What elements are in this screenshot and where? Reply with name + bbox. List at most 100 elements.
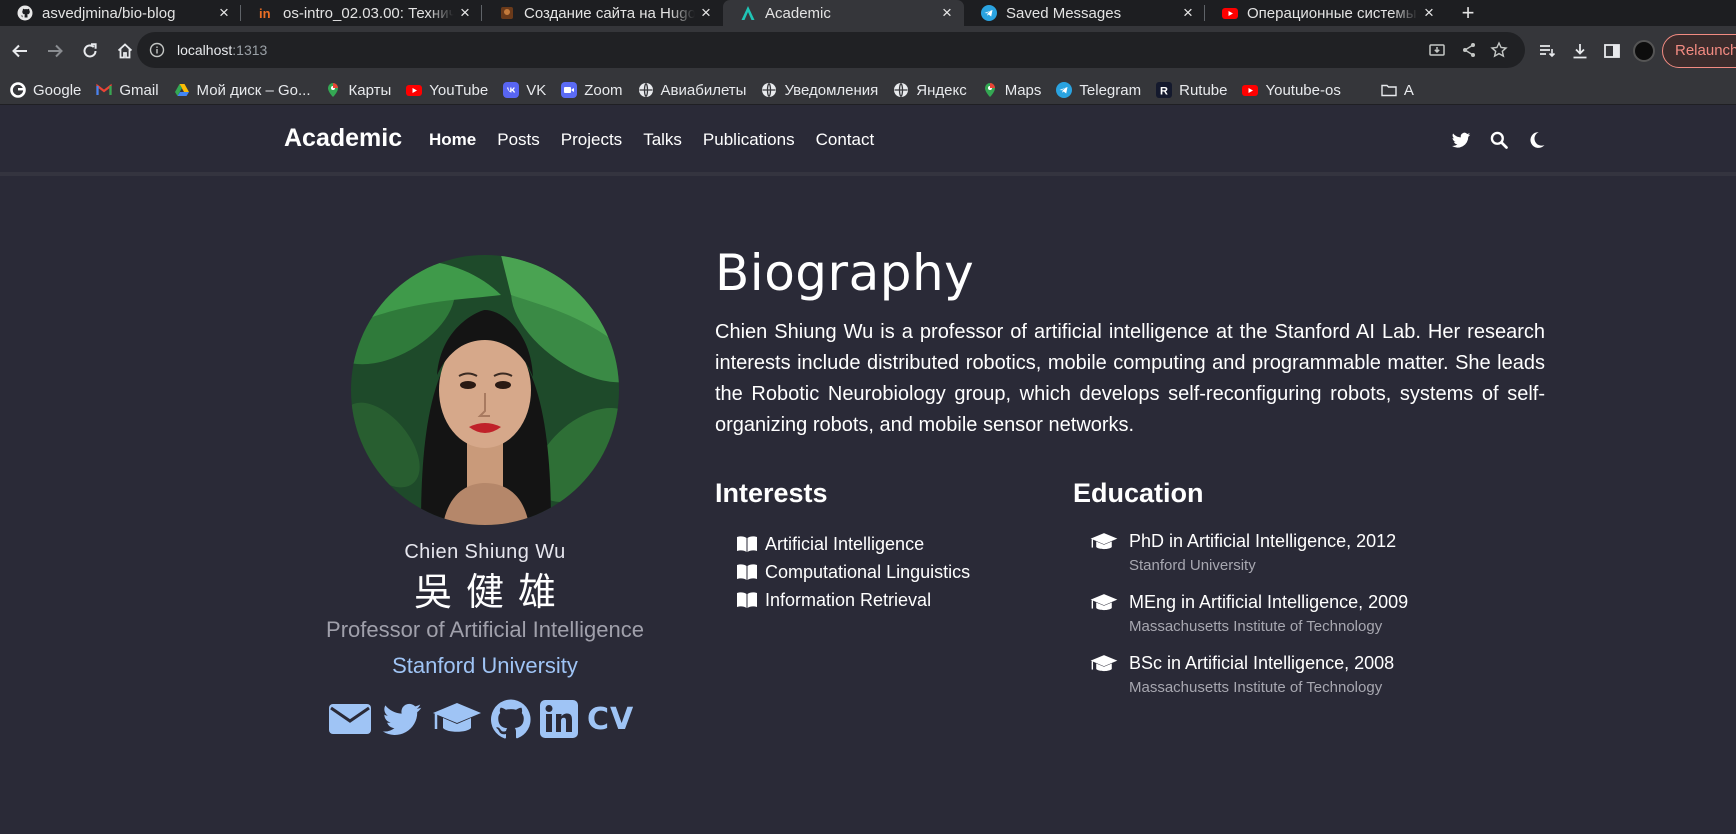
forward-button[interactable] — [38, 35, 71, 68]
tab-close-icon[interactable]: × — [936, 3, 958, 23]
list-item: Information Retrieval — [736, 586, 970, 614]
bookmark-gmail[interactable]: Gmail — [96, 82, 159, 99]
in-icon: in — [258, 5, 274, 21]
biography-text: Chien Shiung Wu is a professor of artifi… — [715, 321, 1545, 436]
menu-item-publications[interactable]: Publications — [703, 130, 795, 150]
maps-icon — [325, 82, 341, 98]
tab-title: Saved Messages — [1006, 4, 1122, 22]
browser-tab[interactable]: Создание сайта на Hugo × — [482, 0, 723, 26]
main-menu: Home Posts Projects Talks Publications C… — [429, 130, 895, 150]
education-list: PhD in Artificial Intelligence, 2012 Sta… — [1090, 530, 1408, 713]
tab-close-icon[interactable]: × — [213, 3, 235, 23]
search-icon[interactable] — [1489, 130, 1509, 150]
bookmark-zoom[interactable]: Zoom — [561, 82, 623, 99]
browser-tab[interactable]: in os-intro_02.03.00: Техническ × — [241, 0, 482, 26]
youtube-icon — [1242, 82, 1259, 98]
bookmark-vk[interactable]: VK — [503, 82, 546, 99]
bookmark-yandex[interactable]: Яндекс — [893, 82, 967, 99]
side-panel-icon[interactable] — [1602, 41, 1622, 61]
share-icon[interactable] — [1460, 41, 1478, 59]
folder-icon — [1381, 82, 1397, 98]
site-brand[interactable]: Academic — [284, 124, 402, 153]
biography-title: Biography — [715, 244, 975, 302]
profile-name-cn: 吳健雄 — [413, 572, 570, 614]
bookmarks-bar: Google Gmail Мой диск – Go... Карты YouT… — [0, 76, 1736, 105]
bookmark-aviabilety[interactable]: Авиабилеты — [638, 82, 746, 99]
education-course: BSc in Artificial Intelligence, 2008 — [1129, 653, 1395, 673]
globe-icon — [893, 82, 909, 98]
github-icon[interactable] — [491, 699, 531, 739]
menu-item-talks[interactable]: Talks — [643, 130, 682, 150]
browser-tab[interactable]: Операционные системы × — [1205, 0, 1446, 26]
bookmark-telegram[interactable]: Telegram — [1056, 82, 1141, 99]
cv-link[interactable]: CV — [587, 702, 634, 737]
graduation-cap-icon — [1090, 533, 1118, 550]
bookmark-star-icon[interactable] — [1490, 41, 1508, 59]
bookmark-karty[interactable]: Карты — [325, 82, 391, 99]
bookmark-google[interactable]: Google — [10, 82, 81, 99]
browser-tab[interactable]: Saved Messages × — [964, 0, 1205, 26]
social-links: CV — [328, 697, 634, 741]
graduation-cap-icon[interactable] — [432, 701, 482, 737]
envelope-icon[interactable] — [328, 703, 372, 735]
vk-icon — [503, 82, 520, 98]
tab-title: os-intro_02.03.00: Техническ — [283, 4, 454, 22]
url-text[interactable]: localhost:1313 — [177, 42, 267, 58]
page-main: Chien Shiung Wu 吳健雄 Professor of Artific… — [0, 180, 1736, 834]
bookmark-youtube-os[interactable]: Youtube-os — [1242, 82, 1341, 99]
new-tab-button[interactable]: + — [1448, 0, 1488, 26]
bookmark-youtube[interactable]: YouTube — [406, 82, 488, 99]
menu-item-home[interactable]: Home — [429, 130, 476, 150]
back-button[interactable] — [3, 35, 36, 68]
youtube-icon — [406, 82, 423, 98]
browser-tab-active[interactable]: Academic × — [723, 0, 964, 26]
youtube-icon — [1222, 5, 1238, 21]
rutube-icon: R — [1156, 82, 1173, 98]
bookmark-folder[interactable]: A — [1381, 82, 1414, 99]
tab-close-icon[interactable]: × — [1418, 3, 1440, 23]
education-institution: Stanford University — [1129, 557, 1256, 574]
install-app-icon[interactable] — [1428, 41, 1446, 59]
bookmark-rutube[interactable]: R Rutube — [1156, 82, 1227, 99]
bookmark-maps[interactable]: Maps — [982, 82, 1041, 99]
menu-item-posts[interactable]: Posts — [497, 130, 540, 150]
dark-mode-moon-icon[interactable] — [1527, 130, 1547, 150]
site-info-icon[interactable] — [149, 42, 165, 58]
twitter-icon[interactable] — [381, 701, 423, 737]
globe-icon — [761, 82, 777, 98]
education-course: MEng in Artificial Intelligence, 2009 — [1129, 592, 1409, 612]
svg-text:in: in — [259, 6, 271, 21]
browser-tab[interactable]: asvedjmina/bio-blog × — [0, 0, 241, 26]
linkedin-icon[interactable] — [540, 700, 578, 738]
list-item: Artificial Intelligence — [736, 530, 970, 558]
avatar — [351, 255, 619, 525]
menu-item-contact[interactable]: Contact — [816, 130, 875, 150]
reading-list-icon[interactable] — [1537, 41, 1557, 61]
downloads-icon[interactable] — [1570, 41, 1590, 61]
browser-toolbar: localhost:1313 Relaunch — [0, 26, 1736, 76]
bookmark-uvedomleniya[interactable]: Уведомления — [761, 82, 878, 99]
drive-icon — [174, 82, 190, 98]
github-icon — [17, 5, 33, 21]
graduation-cap-icon — [1090, 655, 1118, 672]
interests-title: Interests — [715, 478, 828, 508]
reload-button[interactable] — [73, 35, 106, 68]
tab-close-icon[interactable]: × — [454, 3, 476, 23]
bookmark-drive[interactable]: Мой диск – Go... — [174, 82, 310, 99]
interests-list: Artificial Intelligence Computational Li… — [736, 530, 970, 614]
google-icon — [10, 82, 26, 98]
telegram-icon — [981, 5, 997, 21]
profile-organization[interactable]: Stanford University — [300, 653, 670, 679]
education-title: Education — [1073, 478, 1204, 508]
twitter-icon[interactable] — [1451, 130, 1471, 150]
profile-avatar[interactable] — [1633, 40, 1655, 62]
telegram-icon — [1056, 82, 1073, 98]
book-icon — [737, 564, 757, 580]
tab-title: Операционные системы — [1247, 4, 1417, 22]
tab-close-icon[interactable]: × — [1177, 3, 1199, 23]
address-bar[interactable]: localhost:1313 — [137, 32, 1525, 68]
tab-close-icon[interactable]: × — [695, 3, 717, 23]
menu-item-projects[interactable]: Projects — [561, 130, 622, 150]
site-navbar: Academic Home Posts Projects Talks Publi… — [0, 106, 1736, 176]
relaunch-button[interactable]: Relaunch — [1662, 34, 1736, 68]
